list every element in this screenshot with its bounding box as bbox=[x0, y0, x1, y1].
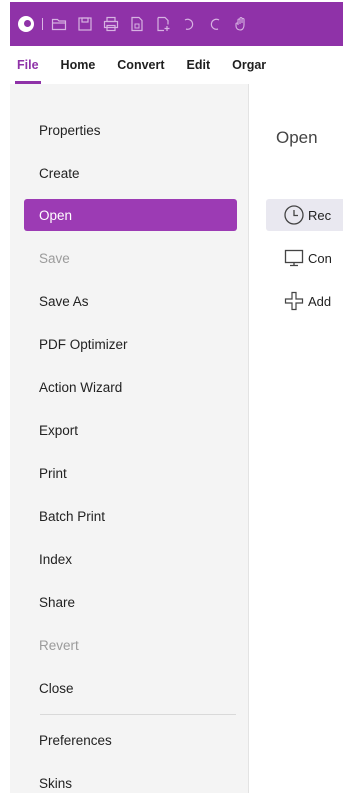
open-option-label: Con bbox=[308, 250, 332, 266]
sidebar-item-close[interactable]: Close bbox=[24, 672, 237, 704]
sidebar-item-index[interactable]: Index bbox=[24, 543, 237, 575]
clock-icon bbox=[283, 204, 305, 226]
print-icon[interactable] bbox=[103, 16, 119, 32]
quick-access-toolbar bbox=[10, 2, 343, 46]
sidebar-item-open[interactable]: Open bbox=[24, 199, 237, 231]
file-icon[interactable] bbox=[129, 16, 145, 32]
menu-organize[interactable]: Orgar bbox=[225, 58, 273, 72]
sidebar-item-revert: Revert bbox=[39, 637, 79, 653]
sidebar-item-share[interactable]: Share bbox=[24, 586, 237, 618]
open-option-add-place[interactable]: Add bbox=[266, 285, 343, 317]
sidebar-item-preferences[interactable]: Preferences bbox=[24, 724, 237, 756]
sidebar-item-batch-print[interactable]: Batch Print bbox=[24, 500, 237, 532]
sidebar-item-skins[interactable]: Skins bbox=[24, 767, 237, 799]
sidebar-item-print[interactable]: Print bbox=[24, 457, 237, 489]
page-title: Open bbox=[276, 128, 318, 147]
hand-icon[interactable] bbox=[233, 16, 249, 32]
add-place-icon bbox=[283, 290, 305, 312]
undo-icon[interactable] bbox=[181, 16, 197, 32]
file-menu-sidebar: Properties Create Open Save Save As PDF … bbox=[10, 84, 249, 793]
sidebar-item-create[interactable]: Create bbox=[24, 157, 237, 189]
new-file-icon[interactable] bbox=[155, 16, 171, 32]
window-left-edge bbox=[0, 0, 10, 793]
open-option-label: Add bbox=[308, 293, 332, 309]
sidebar-item-save: Save bbox=[39, 250, 70, 266]
redo-icon[interactable] bbox=[207, 16, 223, 32]
sidebar-item-save-as[interactable]: Save As bbox=[24, 285, 237, 317]
menu-bar: File Home Convert Edit Orgar bbox=[10, 46, 343, 85]
open-folder-icon[interactable] bbox=[51, 16, 67, 32]
toolbar-separator bbox=[42, 18, 43, 30]
computer-icon bbox=[283, 247, 305, 269]
open-option-label: Rec bbox=[308, 207, 332, 223]
app-logo-icon[interactable] bbox=[18, 16, 34, 32]
save-icon[interactable] bbox=[77, 16, 93, 32]
open-option-computer[interactable]: Con bbox=[266, 242, 343, 274]
sidebar-item-properties[interactable]: Properties bbox=[24, 114, 237, 146]
menu-edit[interactable]: Edit bbox=[180, 58, 218, 72]
open-panel: Open Rec Con Add bbox=[249, 84, 343, 793]
open-option-recent[interactable]: Rec bbox=[266, 199, 343, 231]
menu-convert[interactable]: Convert bbox=[110, 58, 171, 72]
menu-file[interactable]: File bbox=[10, 58, 46, 84]
menu-home[interactable]: Home bbox=[54, 58, 103, 72]
sidebar-item-pdf-optimizer[interactable]: PDF Optimizer bbox=[24, 328, 237, 360]
sidebar-item-action-wizard[interactable]: Action Wizard bbox=[24, 371, 237, 403]
sidebar-divider bbox=[40, 714, 236, 715]
sidebar-item-export[interactable]: Export bbox=[24, 414, 237, 446]
